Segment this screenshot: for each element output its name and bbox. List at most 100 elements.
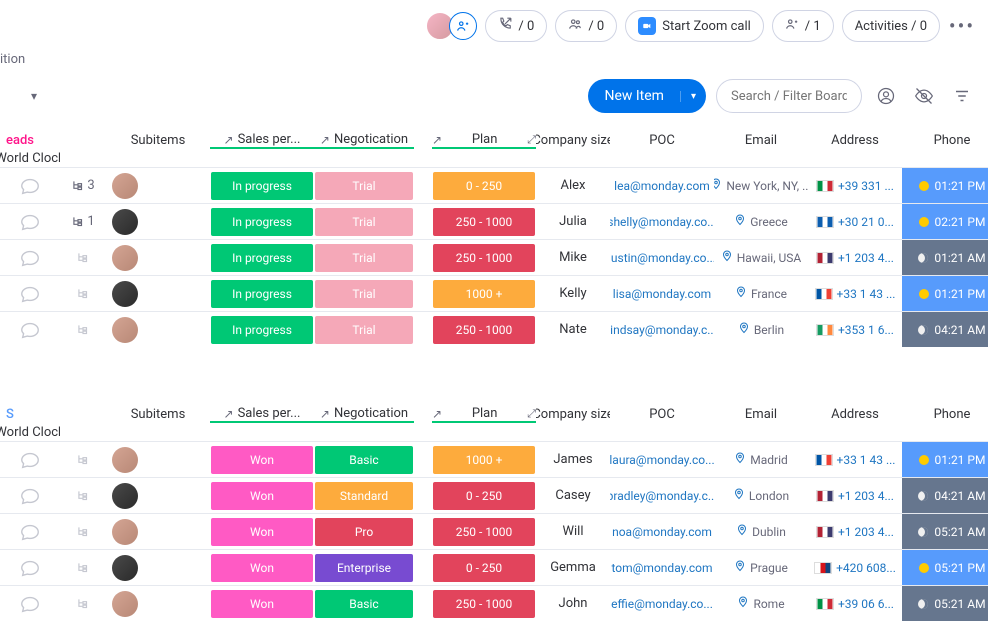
- sales-cell[interactable]: [144, 586, 210, 621]
- plan-status[interactable]: Trial: [315, 280, 413, 308]
- col-sales[interactable]: ↗Sales per...: [210, 406, 314, 423]
- chat-icon[interactable]: [0, 276, 60, 311]
- chat-icon[interactable]: [0, 514, 60, 549]
- plan-status[interactable]: Basic: [315, 590, 413, 618]
- zoom-pill[interactable]: Start Zoom call: [625, 10, 764, 42]
- company-size[interactable]: 250 - 1000: [433, 316, 535, 344]
- col-negotiation[interactable]: ↗Negotication: [314, 132, 414, 149]
- subitems-icon[interactable]: [76, 597, 90, 611]
- subitems-icon[interactable]: [76, 453, 90, 467]
- plan-status[interactable]: Enterprise: [315, 554, 413, 582]
- person-cell[interactable]: [106, 442, 144, 477]
- table-row[interactable]: In progress Trial 1000 + Kelly lisa@mond…: [0, 275, 988, 311]
- address-cell[interactable]: Madrid: [714, 442, 808, 477]
- negotiation-status[interactable]: Won: [211, 590, 313, 618]
- table-row[interactable]: In progress Trial 250 - 1000 Nate lindsa…: [0, 311, 988, 347]
- chat-icon[interactable]: [0, 442, 60, 477]
- chat-icon[interactable]: [0, 204, 60, 239]
- subitems-icon[interactable]: [76, 561, 90, 575]
- avatar-stack[interactable]: [425, 11, 477, 41]
- negotiation-status[interactable]: Won: [211, 482, 313, 510]
- company-size[interactable]: 250 - 1000: [433, 590, 535, 618]
- sales-cell[interactable]: [144, 514, 210, 549]
- person-cell[interactable]: [106, 204, 144, 239]
- table-row[interactable]: Won Basic 1000 + James laura@monday.co..…: [0, 441, 988, 477]
- phone-cell[interactable]: +39 331 ...: [808, 168, 902, 203]
- subitems-icon[interactable]: [76, 323, 90, 337]
- person-cell[interactable]: [106, 586, 144, 621]
- col-company[interactable]: Company size: [536, 407, 610, 422]
- chat-icon[interactable]: [0, 586, 60, 621]
- chat-icon[interactable]: [0, 168, 60, 203]
- phone-cell[interactable]: +420 608...: [808, 550, 902, 585]
- company-size[interactable]: 1000 +: [433, 280, 535, 308]
- email-link[interactable]: laura@monday.co...: [610, 442, 714, 477]
- plan-status[interactable]: Basic: [315, 446, 413, 474]
- address-cell[interactable]: Dublin: [714, 514, 808, 549]
- negotiation-status[interactable]: Won: [211, 446, 313, 474]
- table-row[interactable]: 1 In progress Trial 250 - 1000 Julia she…: [0, 203, 988, 239]
- email-link[interactable]: effie@monday.co...: [610, 586, 714, 621]
- address-cell[interactable]: Prague: [714, 550, 808, 585]
- table-row[interactable]: Won Basic 250 - 1000 John effie@monday.c…: [0, 585, 988, 621]
- phone-cell[interactable]: +353 1 6...: [808, 312, 902, 347]
- email-link[interactable]: lisa@monday.com: [610, 276, 714, 311]
- phone-cell[interactable]: +30 21 0...: [808, 204, 902, 239]
- col-poc[interactable]: POC: [610, 133, 714, 148]
- more-icon[interactable]: •••: [948, 12, 976, 40]
- plan-status[interactable]: Trial: [315, 316, 413, 344]
- activities-pill[interactable]: Activities / 0: [842, 10, 940, 42]
- address-cell[interactable]: Hawaii, USA: [714, 240, 808, 275]
- col-negotiation[interactable]: ↗Negotication: [314, 406, 414, 423]
- phone-cell[interactable]: +1 203 4...: [808, 478, 902, 513]
- subitems-icon[interactable]: [76, 287, 90, 301]
- col-clock[interactable]: World Clock: [0, 425, 60, 440]
- col-plan[interactable]: ↗Plan⤢: [432, 406, 536, 423]
- sales-cell[interactable]: [144, 550, 210, 585]
- subitems-icon[interactable]: 3: [71, 178, 94, 193]
- chat-icon[interactable]: [0, 550, 60, 585]
- assign-pill[interactable]: / 1: [772, 10, 834, 42]
- col-poc[interactable]: POC: [610, 407, 714, 422]
- subitems-icon[interactable]: [76, 525, 90, 539]
- company-size[interactable]: 250 - 1000: [433, 518, 535, 546]
- col-phone[interactable]: Phone: [902, 133, 988, 148]
- negotiation-status[interactable]: In progress: [211, 244, 313, 272]
- phone-cell[interactable]: +33 1 43 ...: [808, 276, 902, 311]
- company-size[interactable]: 0 - 250: [433, 482, 535, 510]
- sales-cell[interactable]: [144, 442, 210, 477]
- subitems-icon[interactable]: [76, 251, 90, 265]
- negotiation-status[interactable]: In progress: [211, 172, 313, 200]
- table-row[interactable]: Won Standard 0 - 250 Casey bradley@monda…: [0, 477, 988, 513]
- email-link[interactable]: noa@monday.com: [610, 514, 714, 549]
- new-item-button[interactable]: New Item ▾: [588, 79, 706, 113]
- sales-cell[interactable]: [144, 478, 210, 513]
- person-cell[interactable]: [106, 478, 144, 513]
- chevron-down-icon[interactable]: ▾: [20, 82, 48, 110]
- table-row[interactable]: Won Enterprise 0 - 250 Gemma tom@monday.…: [0, 549, 988, 585]
- chat-icon[interactable]: [0, 312, 60, 347]
- person-cell[interactable]: [106, 312, 144, 347]
- company-size[interactable]: 1000 +: [433, 446, 535, 474]
- plan-status[interactable]: Pro: [315, 518, 413, 546]
- email-link[interactable]: lea@monday.com: [610, 168, 714, 203]
- people-pill[interactable]: / 0: [555, 10, 617, 42]
- col-company[interactable]: Company size: [536, 133, 610, 148]
- table-row[interactable]: 3 In progress Trial 0 - 250 Alex lea@mon…: [0, 167, 988, 203]
- plan-status[interactable]: Trial: [315, 172, 413, 200]
- table-row[interactable]: Won Pro 250 - 1000 Will noa@monday.com D…: [0, 513, 988, 549]
- col-plan[interactable]: ↗Plan⤢: [432, 132, 536, 149]
- negotiation-status[interactable]: In progress: [211, 280, 313, 308]
- col-subitems[interactable]: Subitems: [106, 133, 210, 148]
- sales-cell[interactable]: [144, 312, 210, 347]
- email-link[interactable]: bradley@monday.c...: [610, 478, 714, 513]
- call-pill[interactable]: / 0: [485, 10, 547, 42]
- person-cell[interactable]: [106, 168, 144, 203]
- group-title[interactable]: eads: [0, 133, 106, 148]
- col-email[interactable]: Email: [714, 407, 808, 422]
- col-subitems[interactable]: Subitems: [106, 407, 210, 422]
- plan-status[interactable]: Trial: [315, 208, 413, 236]
- phone-cell[interactable]: +33 1 43 ...: [808, 442, 902, 477]
- plan-status[interactable]: Trial: [315, 244, 413, 272]
- email-link[interactable]: lindsay@monday.c...: [610, 312, 714, 347]
